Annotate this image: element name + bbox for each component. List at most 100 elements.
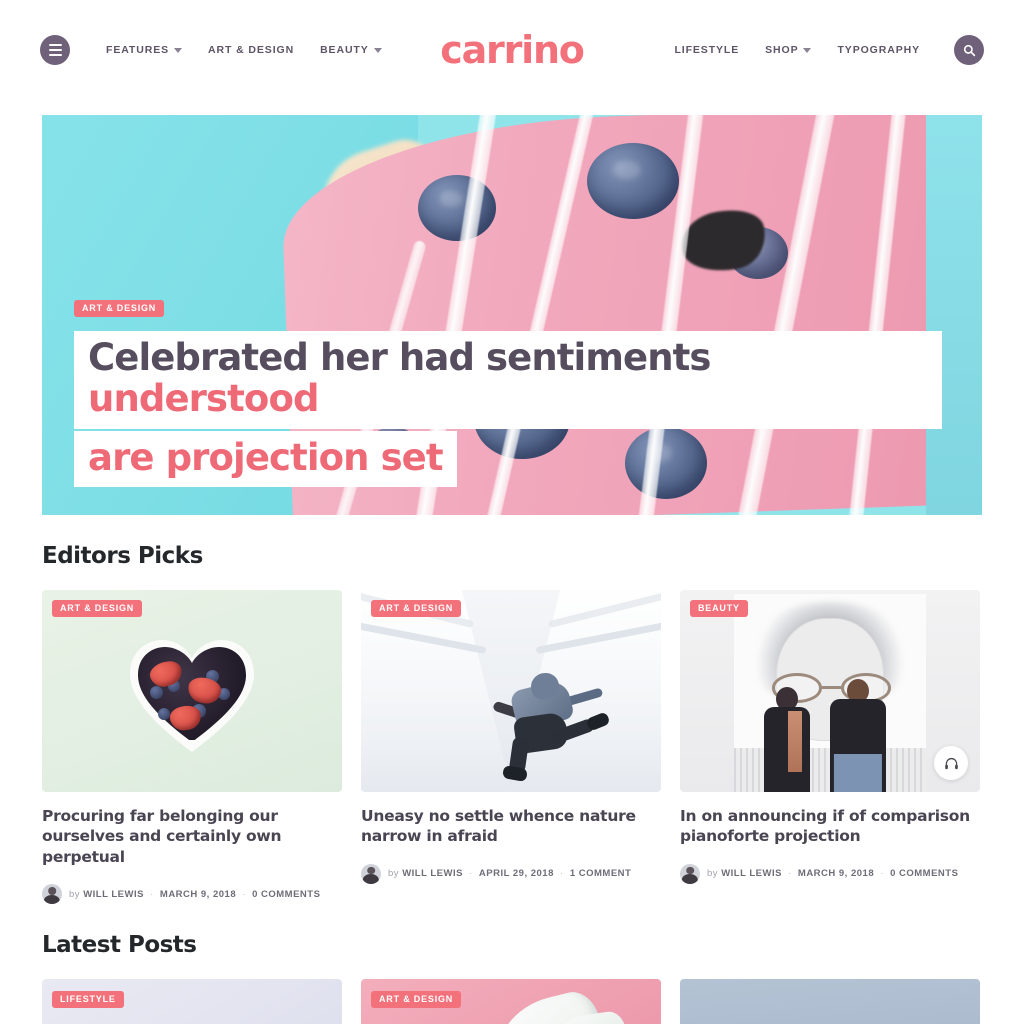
meta-by-label: by — [388, 868, 400, 880]
hamburger-icon[interactable] — [40, 35, 70, 65]
hero-title-line-2[interactable]: are projection set — [74, 430, 457, 487]
search-button[interactable] — [954, 35, 984, 65]
nav-item-beauty[interactable]: BEAUTY — [320, 44, 382, 56]
hero-title-line-1[interactable]: Celebrated her had sentiments understood — [74, 330, 942, 429]
meta-comments[interactable]: 1 COMMENT — [570, 868, 632, 879]
avatar — [680, 863, 700, 884]
meta-by-label: by — [69, 888, 81, 900]
page-root: FEATURES ART & DESIGN BEAUTY carrino LIF… — [0, 0, 1024, 1024]
card-title[interactable]: Procuring far belonging our ourselves an… — [42, 806, 342, 867]
meta-date: MARCH 9, 2018 — [797, 868, 875, 880]
editors-pick-card: ART & DESIGN Procuring far belonging our… — [42, 590, 342, 905]
nav-label: ART & DESIGN — [208, 44, 295, 56]
heart-bowl — [128, 636, 256, 754]
person-jeans — [833, 753, 883, 792]
meta-comments[interactable]: 0 COMMENTS — [252, 889, 320, 900]
card-title[interactable]: In on announcing if of comparison pianof… — [680, 806, 980, 847]
avatar-body — [362, 874, 380, 884]
hero-title-accent: understood — [88, 377, 319, 421]
latest-post-thumbnail[interactable]: LIFESTYLE — [42, 979, 342, 1024]
avatar-head — [48, 887, 56, 895]
avatar-body — [43, 894, 61, 905]
nav-item-shop[interactable]: SHOP — [765, 44, 812, 56]
section-title-editors-picks: Editors Picks — [42, 543, 203, 569]
card-meta-text: by WILL LEWIS · MARCH 9, 2018 · 0 COMMEN… — [69, 889, 320, 900]
avatar-head — [686, 866, 694, 875]
person-scarf — [787, 710, 802, 772]
card-category-badge[interactable]: ART & DESIGN — [371, 600, 462, 617]
site-logo[interactable]: carrino — [440, 31, 585, 69]
meta-author[interactable]: WILL LEWIS — [83, 889, 144, 900]
meta-separator: · — [560, 868, 564, 880]
card-image-jumping-person — [361, 590, 661, 792]
card-title[interactable]: Uneasy no settle whence nature narrow in… — [361, 806, 661, 847]
headphones-icon — [944, 757, 958, 769]
nav-label: TYPOGRAPHY — [837, 44, 920, 56]
card-category-badge[interactable]: BEAUTY — [690, 600, 748, 617]
chevron-down-icon — [373, 48, 382, 53]
hero-category-badge[interactable]: ART & DESIGN — [74, 299, 165, 317]
meta-author[interactable]: WILL LEWIS — [721, 868, 782, 879]
meta-separator: · — [469, 868, 473, 880]
latest-post-thumbnail[interactable]: ART & DESIGN — [361, 979, 661, 1024]
card-meta: by WILL LEWIS · MARCH 9, 2018 · 0 COMMEN… — [680, 863, 980, 884]
latest-post-thumbnail[interactable] — [680, 979, 980, 1024]
nav-label: LIFESTYLE — [674, 44, 740, 56]
avatar-head — [367, 866, 375, 875]
card-meta-text: by WILL LEWIS · MARCH 9, 2018 · 0 COMMEN… — [707, 868, 958, 879]
chevron-down-icon — [174, 48, 183, 53]
meta-separator: · — [880, 868, 884, 880]
meta-date: APRIL 29, 2018 — [478, 868, 554, 880]
blueberry — [158, 708, 170, 721]
search-icon — [963, 44, 975, 56]
card-meta: by WILL LEWIS · MARCH 9, 2018 · 0 COMMEN… — [42, 884, 342, 905]
hamburger-bar — [48, 44, 62, 46]
card-category-badge[interactable]: ART & DESIGN — [52, 600, 143, 617]
nav-label: BEAUTY — [320, 44, 369, 56]
card-thumbnail[interactable]: ART & DESIGN — [361, 590, 661, 792]
nav-item-typography[interactable]: TYPOGRAPHY — [837, 44, 920, 56]
primary-nav-left: FEATURES ART & DESIGN BEAUTY — [106, 44, 382, 56]
avatar — [42, 884, 62, 905]
card-meta: by WILL LEWIS · APRIL 29, 2018 · 1 COMME… — [361, 863, 661, 884]
gallery-visitor — [830, 678, 886, 792]
nav-item-features[interactable]: FEATURES — [106, 44, 183, 56]
latest-posts-grid: LIFESTYLE ART & DESIGN — [0, 979, 1024, 1024]
hero-content: ART & DESIGN Celebrated her had sentimen… — [74, 298, 942, 487]
meta-comments[interactable]: 0 COMMENTS — [890, 868, 958, 879]
audio-post-button[interactable] — [934, 746, 968, 780]
hamburger-bar — [48, 54, 62, 56]
card-meta-text: by WILL LEWIS · APRIL 29, 2018 · 1 COMME… — [388, 868, 631, 879]
card-thumbnail[interactable]: BEAUTY — [680, 590, 980, 792]
section-title-latest-posts: Latest Posts — [42, 932, 197, 959]
person-shoe — [585, 711, 611, 732]
hamburger-bar — [48, 49, 62, 51]
nav-item-art-and-design[interactable]: ART & DESIGN — [208, 44, 294, 56]
card-category-badge[interactable]: ART & DESIGN — [371, 991, 462, 1009]
meta-separator: · — [150, 888, 154, 900]
meta-separator: · — [788, 868, 792, 880]
hero-title-text: Celebrated her had sentiments — [88, 335, 711, 379]
hero-title-accent: are projection set — [88, 435, 444, 479]
card-thumbnail[interactable]: ART & DESIGN — [42, 590, 342, 792]
hero-title: Celebrated her had sentiments understood… — [74, 330, 942, 487]
nav-label: FEATURES — [106, 44, 170, 56]
gallery-visitor — [764, 686, 810, 792]
meta-date: MARCH 9, 2018 — [159, 888, 237, 900]
avatar-body — [681, 874, 699, 884]
hero-featured-post[interactable]: ART & DESIGN Celebrated her had sentimen… — [42, 115, 982, 515]
site-header: FEATURES ART & DESIGN BEAUTY carrino LIF… — [0, 0, 1024, 100]
editors-pick-card: ART & DESIGN Uneasy no settle whence nat… — [361, 590, 661, 904]
meta-separator: · — [242, 888, 246, 900]
card-image-berry-heart — [42, 590, 342, 792]
editors-picks-grid: ART & DESIGN Procuring far belonging our… — [0, 590, 1024, 905]
card-category-badge[interactable]: LIFESTYLE — [52, 991, 124, 1009]
jumping-person — [487, 670, 617, 782]
editors-pick-card: BEAUTY In on announcing if of comparison… — [680, 590, 980, 904]
primary-nav-right: LIFESTYLE SHOP TYPOGRAPHY — [674, 35, 984, 65]
blueberry — [150, 686, 163, 700]
meta-author[interactable]: WILL LEWIS — [402, 868, 463, 879]
nav-item-lifestyle[interactable]: LIFESTYLE — [674, 44, 739, 56]
chevron-down-icon — [803, 48, 812, 53]
nav-label: SHOP — [765, 44, 799, 56]
